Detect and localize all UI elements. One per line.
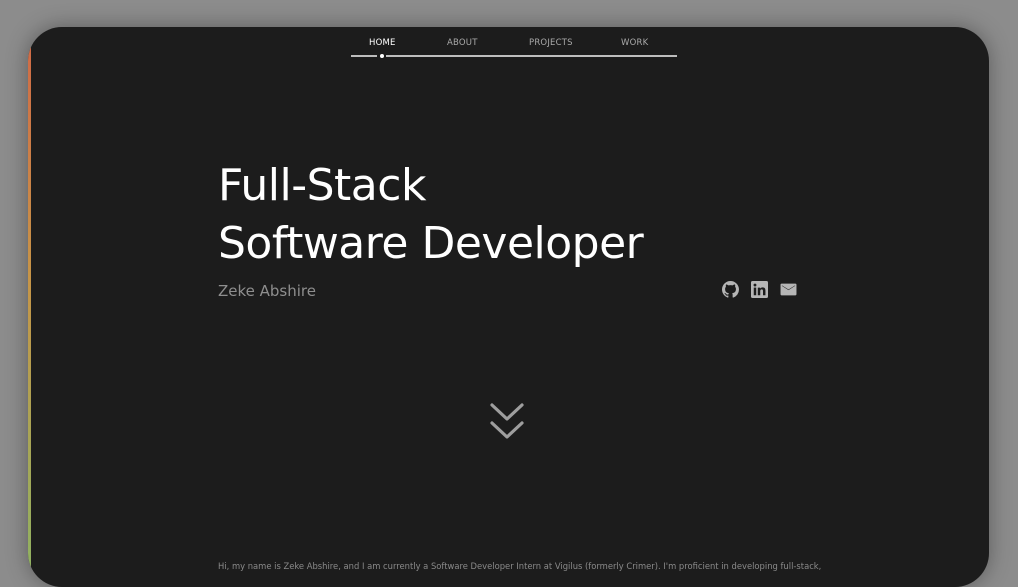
nav-items: HOME ABOUT PROJECTS WORK [351,38,677,54]
double-chevron-down-icon[interactable] [488,401,526,445]
email-icon [780,283,797,295]
intro-text: Hi, my name is Zeke Abshire, and I am cu… [218,561,822,572]
nav-item-projects[interactable]: PROJECTS [529,38,573,48]
github-icon [722,280,739,298]
social-links [722,279,797,299]
github-link[interactable] [722,280,739,298]
hero-name: Zeke Abshire [218,282,316,300]
linkedin-link[interactable] [751,280,768,298]
nav-active-indicator [380,54,384,58]
nav-item-work[interactable]: WORK [621,38,648,48]
email-link[interactable] [780,281,797,298]
browser-viewport: HOME ABOUT PROJECTS WORK Full-Stack Soft… [28,27,989,587]
nav-underline [351,55,677,57]
edge-accent-bar [28,27,31,587]
nav-item-about[interactable]: ABOUT [447,38,478,48]
linkedin-icon [751,280,768,298]
hero-title: Full-Stack Software Developer [218,157,644,273]
nav-item-home[interactable]: HOME [369,38,396,48]
hero-title-line2: Software Developer [218,218,644,269]
hero-title-line1: Full-Stack [218,160,426,211]
top-nav: HOME ABOUT PROJECTS WORK [351,31,677,71]
